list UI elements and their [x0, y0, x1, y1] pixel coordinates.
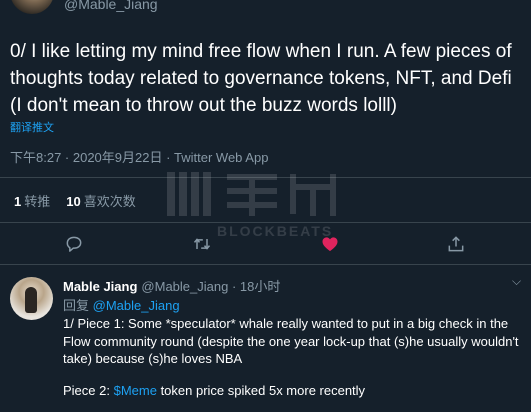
- like-stat[interactable]: 10 喜欢次数: [66, 194, 135, 209]
- retweet-label: 转推: [24, 194, 51, 209]
- replying-to-mention[interactable]: @Mable_Jiang: [93, 298, 180, 313]
- more-options-icon[interactable]: ⌵: [512, 274, 521, 289]
- like-count: 10: [66, 194, 81, 209]
- tweet-timestamp[interactable]: 下午8:27 · 2020年9月22日 · Twitter Web App: [10, 147, 268, 166]
- heart-icon: [322, 237, 338, 252]
- reply-author-avatar[interactable]: [10, 277, 53, 320]
- share-button[interactable]: [444, 232, 468, 256]
- divider: [0, 177, 531, 178]
- reply-author-handle[interactable]: @Mable_Jiang: [141, 279, 228, 294]
- divider: [0, 222, 531, 223]
- retweet-icon: [193, 238, 211, 250]
- reply-timestamp[interactable]: · 18小时: [232, 279, 280, 294]
- piece2-suffix: token price spiked 5x more recently: [156, 383, 366, 398]
- like-label: 喜欢次数: [83, 194, 136, 209]
- reply-icon: [66, 236, 82, 252]
- author-avatar[interactable]: [10, 0, 54, 14]
- tweet-stats: 1 转推 10 喜欢次数: [14, 191, 136, 210]
- replying-to: 回复 @Mable_Jiang: [63, 295, 180, 314]
- tweet-text: 0/ I like letting my mind free flow when…: [10, 41, 512, 116]
- meme-cashtag-link[interactable]: $Meme: [114, 383, 157, 398]
- author-handle[interactable]: @Mable_Jiang: [64, 0, 158, 12]
- reply-text: 1/ Piece 1: Some *speculator* whale real…: [63, 316, 519, 366]
- retweet-stat[interactable]: 1 转推: [14, 194, 50, 209]
- reply-author-name[interactable]: Mable Jiang: [63, 279, 137, 294]
- reply-button[interactable]: [62, 232, 86, 256]
- piece2-prefix: Piece 2:: [63, 383, 114, 398]
- like-button[interactable]: [318, 232, 342, 256]
- reply-header: Mable Jiang @Mable_Jiang · 18小时: [63, 276, 280, 295]
- retweet-count: 1: [14, 194, 22, 209]
- divider: [0, 264, 531, 265]
- replying-to-label: 回复: [63, 298, 90, 313]
- share-icon: [448, 236, 464, 252]
- retweet-button[interactable]: [190, 232, 214, 256]
- translate-tweet-link[interactable]: 翻译推文: [10, 119, 54, 135]
- watermark-text: BLOCKBEATS: [217, 223, 334, 239]
- reply-text-piece2: Piece 2: $Meme token price spiked 5x mor…: [63, 383, 365, 398]
